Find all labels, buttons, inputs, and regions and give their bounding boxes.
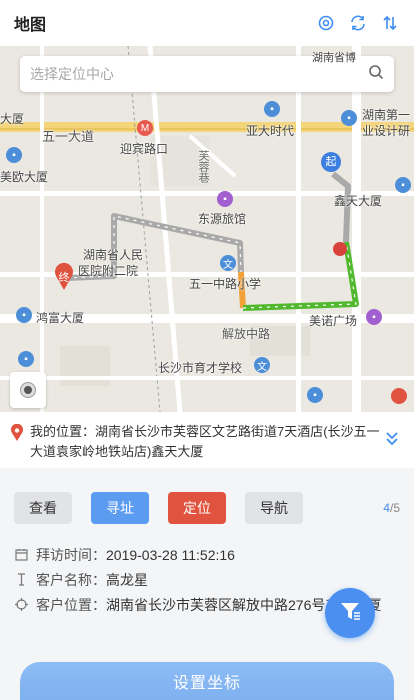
map-label-road: 解放中路 bbox=[222, 327, 271, 341]
set-coordinates-button[interactable]: 设置坐标 bbox=[20, 662, 394, 700]
start-marker: 起 bbox=[325, 156, 337, 168]
school-icon: 文 bbox=[254, 357, 270, 373]
map-label: 美欧大厦 bbox=[0, 170, 49, 184]
visit-time-row: 拜访时间： 2019-03-28 11:52:16 bbox=[14, 542, 404, 567]
building-icon: ▪ bbox=[6, 147, 22, 163]
end-marker: 终 bbox=[58, 272, 70, 284]
pager-total: /5 bbox=[389, 501, 400, 515]
settings-icon[interactable] bbox=[316, 13, 336, 33]
map-label-road: 五一大道 bbox=[42, 129, 95, 144]
map-label: 医院附二院 bbox=[78, 264, 139, 278]
school-icon: 文 bbox=[220, 255, 236, 271]
map-label: 东源旅馆 bbox=[198, 212, 247, 226]
map-label: 长沙市育才学校 bbox=[158, 361, 243, 375]
crosshair-icon bbox=[14, 598, 28, 612]
navigate-button[interactable]: 导航 bbox=[245, 492, 303, 524]
search-icon[interactable] bbox=[368, 64, 384, 85]
map-label-road: 芙蓉巷 bbox=[197, 150, 209, 183]
view-button[interactable]: 查看 bbox=[14, 492, 72, 524]
map-pin-icon bbox=[10, 423, 24, 447]
customer-name-value: 高龙星 bbox=[106, 571, 148, 588]
map-label: 业设计研 bbox=[362, 124, 411, 138]
building-icon: ▪ bbox=[341, 110, 357, 126]
map-label: 亚大时代 bbox=[246, 124, 295, 138]
map-view[interactable]: 湖南省博 五一大道 M 迎宾路口 亚大时代 ▪ 湖南第一 业设计研 ▪ 大厦 ▪… bbox=[0, 46, 414, 412]
visit-time-value: 2019-03-28 11:52:16 bbox=[106, 546, 235, 563]
text-cursor-icon bbox=[14, 573, 28, 587]
my-location-button[interactable] bbox=[10, 372, 46, 408]
filter-icon bbox=[338, 599, 362, 628]
shopping-icon: ▪ bbox=[366, 309, 382, 325]
customer-name-label: 客户名称： bbox=[36, 571, 106, 588]
map-label: 迎宾路口 bbox=[120, 142, 169, 156]
map-label: 湖南第一 bbox=[362, 108, 411, 122]
building-icon: ▪ bbox=[18, 351, 34, 367]
map-label: 大厦 bbox=[0, 112, 25, 126]
map-roads bbox=[0, 46, 414, 412]
map-search-input[interactable] bbox=[30, 66, 368, 82]
sort-icon[interactable] bbox=[380, 13, 400, 33]
map-label: 美诺广场 bbox=[309, 314, 358, 328]
customer-position-label: 客户位置： bbox=[36, 596, 106, 613]
building-icon: ▪ bbox=[395, 177, 411, 193]
metro-icon: M bbox=[137, 120, 153, 136]
map-label: 鑫天大厦 bbox=[334, 194, 383, 208]
current-address-bar: 我的位置：湖南省长沙市芙蓉区文艺路街道7天酒店(长沙五一大道袁家岭地铁站店)鑫天… bbox=[0, 412, 414, 468]
action-bar: 查看 寻址 定位 导航 4/5 bbox=[0, 488, 414, 528]
page-title: 地图 bbox=[14, 17, 47, 34]
hotel-icon: ▪ bbox=[217, 191, 233, 207]
locate-button[interactable]: 定位 bbox=[168, 492, 226, 524]
pager-current: 4 bbox=[383, 501, 390, 515]
top-bar: 地图 bbox=[0, 0, 414, 46]
chevron-double-down-icon[interactable] bbox=[384, 430, 404, 453]
calendar-icon bbox=[14, 548, 28, 562]
refresh-icon[interactable] bbox=[348, 13, 368, 33]
map-label: 湖南省博 bbox=[312, 52, 356, 64]
filter-fab-button[interactable] bbox=[325, 588, 375, 638]
location-dot-icon bbox=[21, 383, 35, 397]
building-icon: ▪ bbox=[307, 387, 323, 403]
map-label: 五一中路小学 bbox=[189, 277, 262, 291]
map-label: 湖南省人民 bbox=[83, 248, 144, 262]
visit-time-label: 拜访时间： bbox=[36, 546, 106, 563]
find-address-button[interactable]: 寻址 bbox=[91, 492, 149, 524]
building-icon: ▪ bbox=[16, 307, 32, 323]
current-address-text: 我的位置：湖南省长沙市芙蓉区文艺路街道7天酒店(长沙五一大道袁家岭地铁站店)鑫天… bbox=[30, 424, 380, 459]
map-label: 鸿富大厦 bbox=[36, 311, 85, 325]
pager: 4/5 bbox=[383, 501, 400, 515]
building-icon: ▪ bbox=[264, 101, 280, 117]
